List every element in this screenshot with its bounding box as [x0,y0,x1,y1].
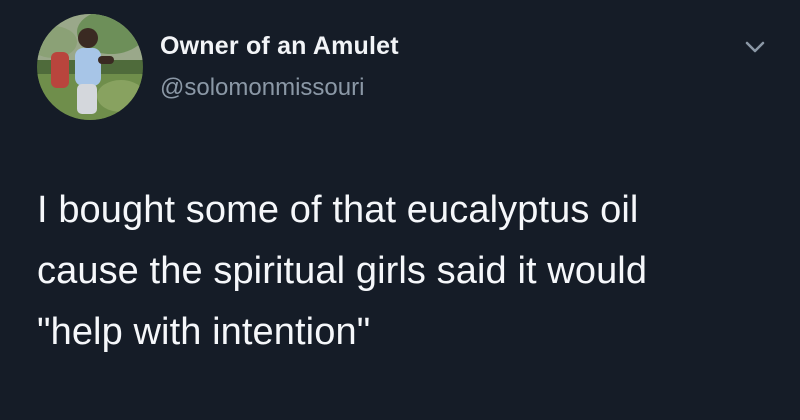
avatar[interactable] [37,14,143,120]
author-name[interactable]: Owner of an Amulet [160,32,399,61]
tweet-card: Owner of an Amulet @solomonmissouri I bo… [0,0,800,420]
tweet-text: I bought some of that eucalyptus oil cau… [37,189,648,353]
avatar-photo-icon [37,14,143,120]
more-options-button[interactable] [740,34,770,60]
author-handle[interactable]: @solomonmissouri [160,74,364,102]
chevron-down-icon [745,41,765,53]
